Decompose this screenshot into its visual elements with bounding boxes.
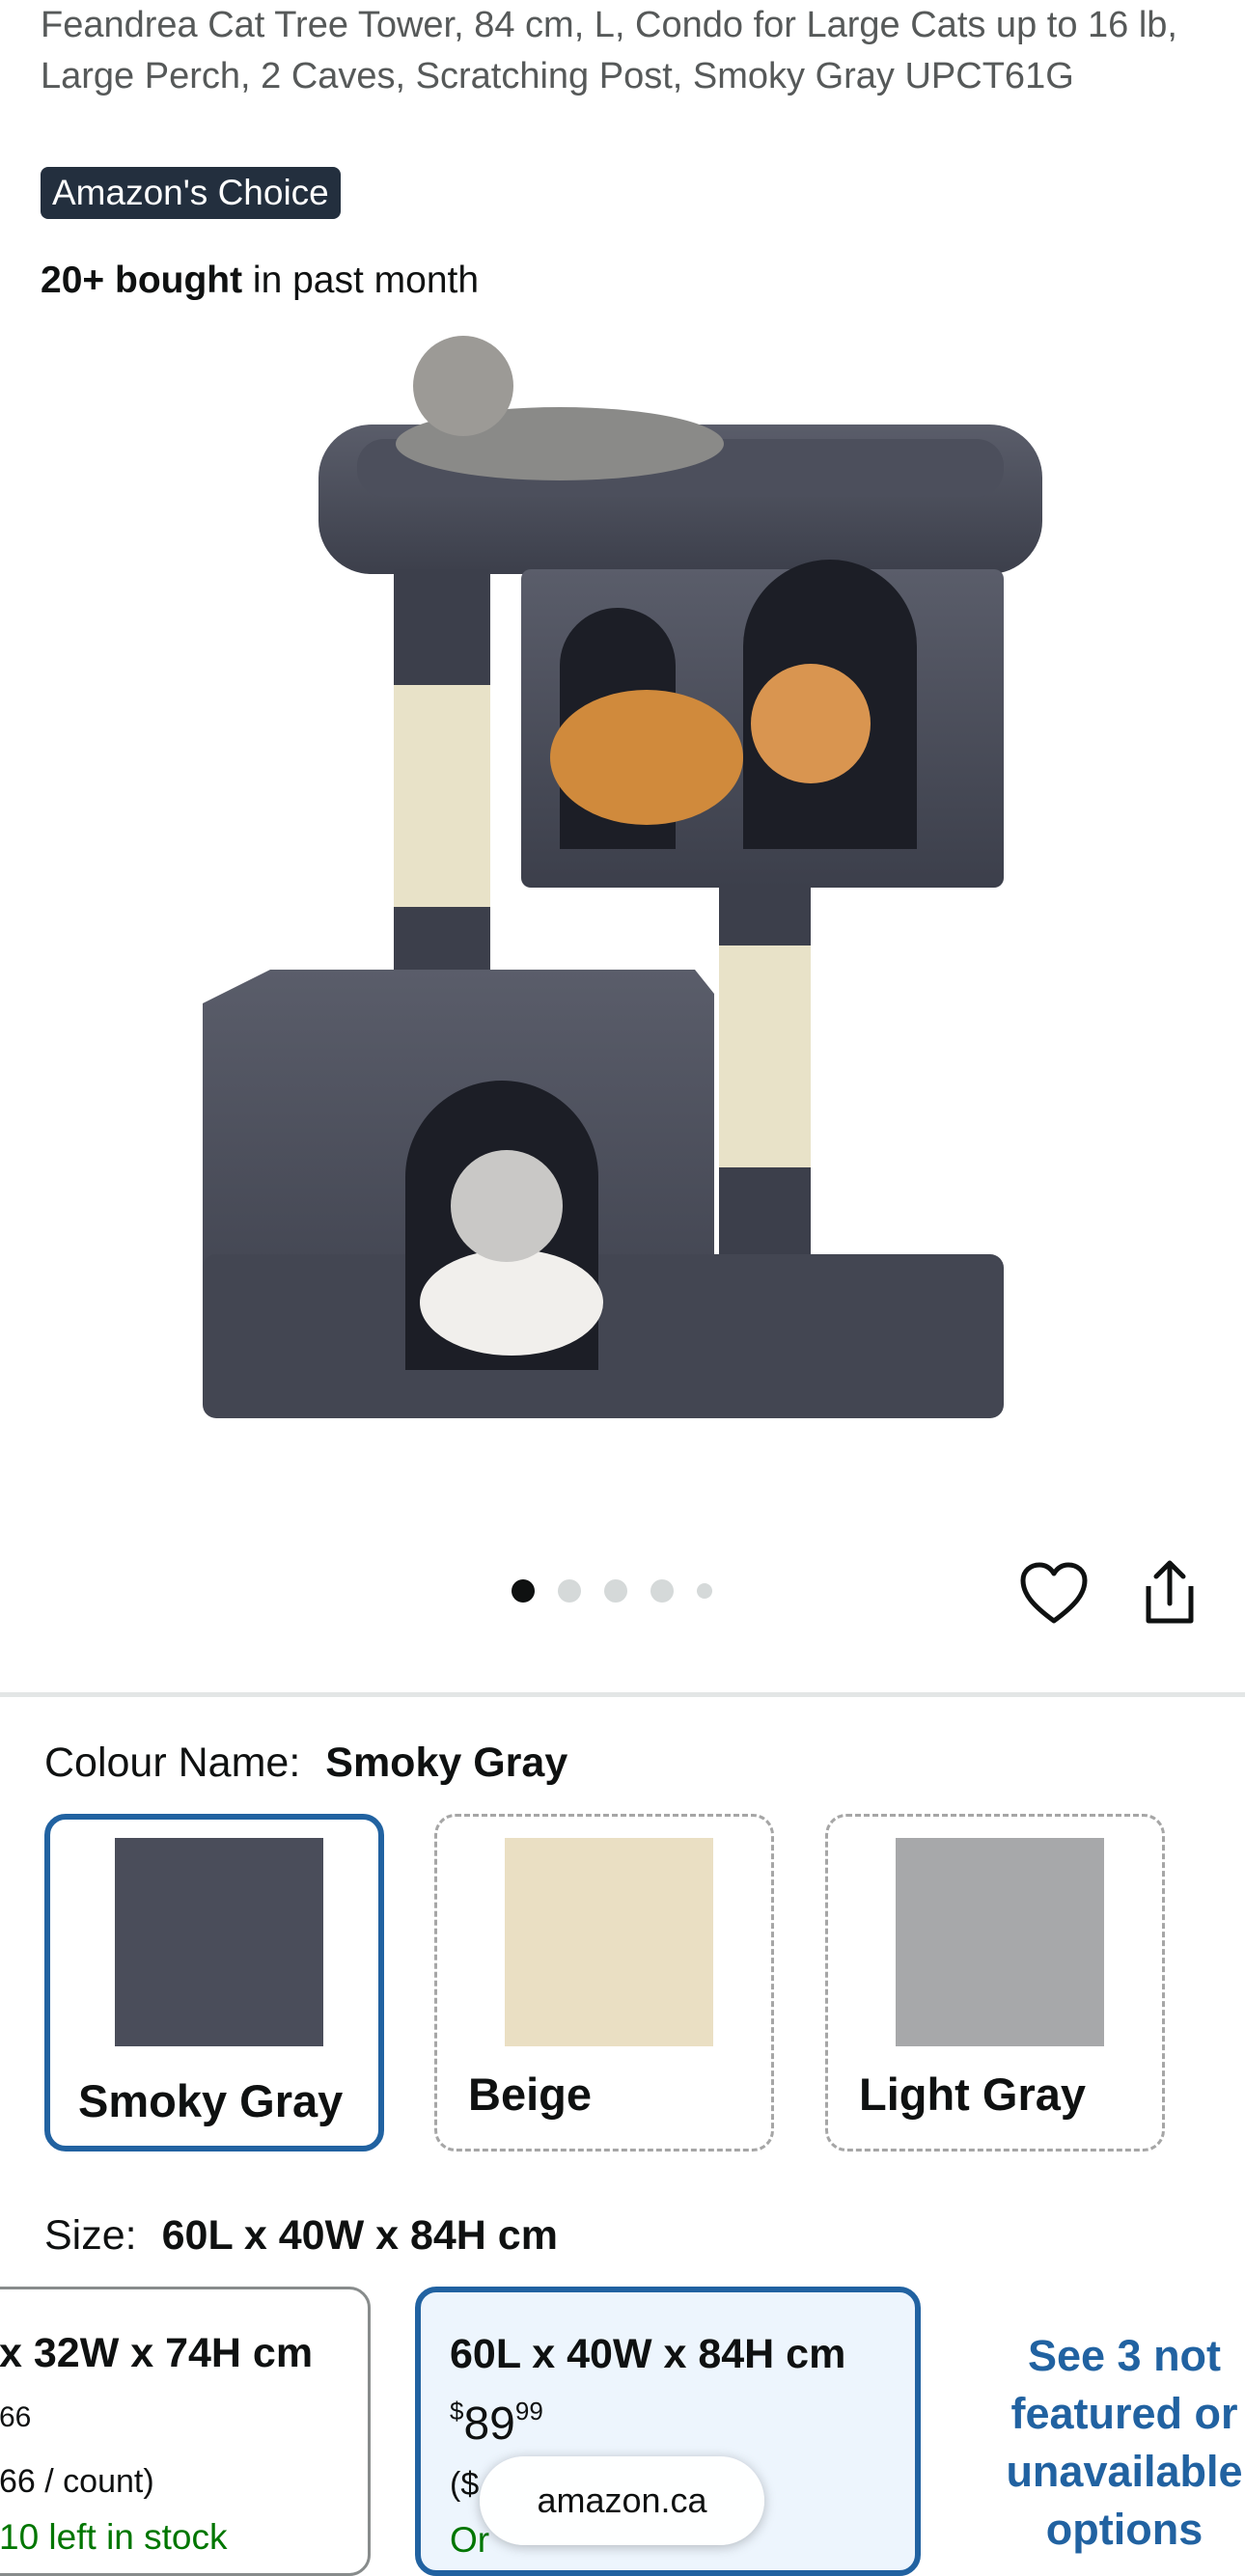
carousel-dot[interactable] <box>604 1579 627 1603</box>
price-currency: $ <box>450 2397 464 2425</box>
size-option-unit-price: 66 / count) <box>0 2463 154 2500</box>
size-option-dimensions: x 32W x 74H cm <box>0 2330 314 2376</box>
swatch-image <box>505 1838 713 2046</box>
product-image[interactable] <box>174 328 1081 1486</box>
image-carousel-dots[interactable] <box>512 1578 735 1603</box>
product-title: Feandrea Cat Tree Tower, 84 cm, L, Condo… <box>41 5 1177 96</box>
swatch-label: Smoky Gray <box>78 2075 344 2126</box>
size-label: Size: 60L x 40W x 84H cm <box>44 2209 558 2261</box>
size-selected-value: 60L x 40W x 84H cm <box>161 2212 558 2259</box>
heart-icon[interactable] <box>1019 1561 1089 1625</box>
carousel-dot[interactable] <box>650 1579 674 1603</box>
colour-label-text: Colour Name: <box>44 1740 301 1786</box>
size-option-dimensions: 60L x 40W x 84H cm <box>450 2331 846 2377</box>
bought-count-rest: in past month <box>242 260 480 301</box>
colour-name-label: Colour Name: Smoky Gray <box>44 1737 567 1789</box>
colour-selected-value: Smoky Gray <box>325 1740 568 1786</box>
bought-count: 20+ bought in past month <box>41 256 479 306</box>
browser-url-pill[interactable]: amazon.ca <box>480 2456 764 2545</box>
size-label-text: Size: <box>44 2212 137 2259</box>
size-option-unit-price: ($ <box>450 2466 480 2503</box>
carousel-dot[interactable] <box>697 1583 712 1599</box>
section-divider <box>0 1692 1245 1697</box>
colour-swatch-beige[interactable]: Beige <box>434 1814 774 2151</box>
swatch-image <box>115 1838 323 2046</box>
carousel-dot[interactable] <box>512 1579 535 1603</box>
see-more-options-link[interactable]: See 3 not featured or unavailable option… <box>970 2327 1245 2559</box>
price-whole: 89 <box>463 2398 515 2450</box>
bought-count-bold: 20+ bought <box>41 260 243 301</box>
swatch-label: Beige <box>468 2069 592 2120</box>
share-icon[interactable] <box>1139 1559 1201 1627</box>
size-option-stock: 10 left in stock <box>0 2517 228 2557</box>
colour-swatch-light-gray[interactable]: Light Gray <box>825 1814 1165 2151</box>
size-option-price: 66 <box>0 2401 32 2433</box>
size-option-stock: Or <box>450 2520 490 2560</box>
colour-swatch-smoky-gray[interactable]: Smoky Gray <box>44 1814 384 2151</box>
size-option-card[interactable]: x 32W x 74H cm 66 66 / count) 10 left in… <box>0 2287 371 2576</box>
price-cents: 99 <box>514 2397 543 2425</box>
carousel-dot[interactable] <box>558 1579 581 1603</box>
amazons-choice-badge: Amazon's Choice <box>41 167 341 219</box>
swatch-image <box>896 1838 1104 2046</box>
size-option-price: $8999 <box>450 2397 543 2451</box>
swatch-label: Light Gray <box>859 2069 1087 2120</box>
